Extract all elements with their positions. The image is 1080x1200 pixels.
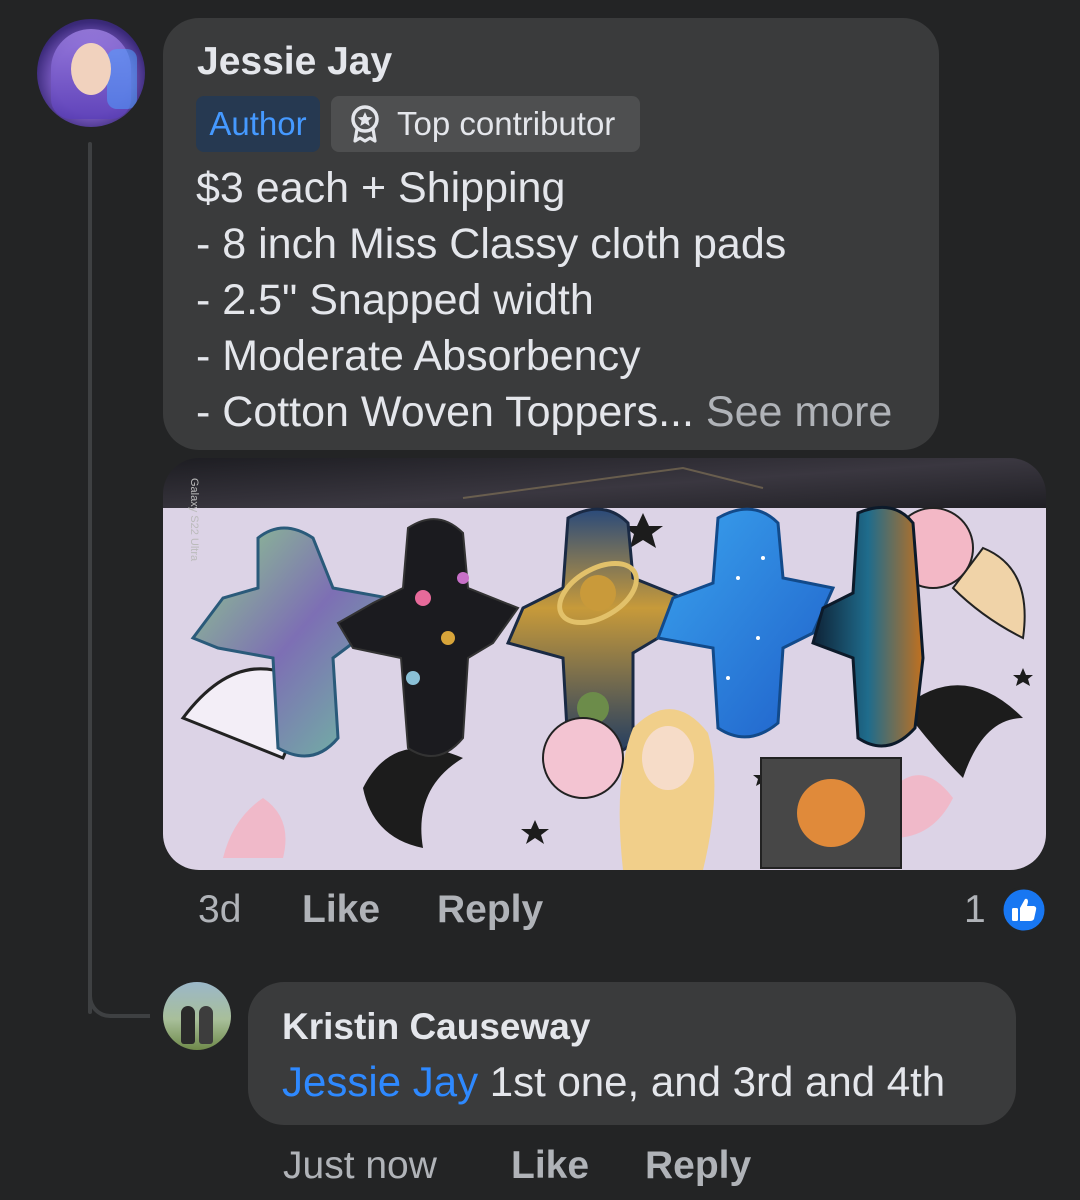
reaction-count[interactable]: 1 [964,888,986,932]
comment-bubble: Jessie Jay Author Top contributor $3 eac… [163,18,939,450]
reply-bubble: Kristin Causeway Jessie Jay 1st one, and… [248,982,1016,1125]
reply-like-button[interactable]: Like [511,1144,589,1188]
reply-reply-button[interactable]: Reply [645,1144,751,1188]
author-badge: Author [196,96,320,152]
author-avatar[interactable] [37,19,145,127]
comment-like-button[interactable]: Like [302,888,380,932]
comment-line: $3 each + Shipping [196,164,566,212]
photo-watermark: Galaxy S22 Ultra [188,478,200,562]
comment-line: - Cotton Woven Toppers... See more [196,384,892,440]
comment-author-name[interactable]: Jessie Jay [197,40,392,84]
reply-message: 1st one, and 3rd and 4th [489,1058,946,1105]
reply-text: Jessie Jay 1st one, and 3rd and 4th [282,1058,945,1106]
thread-connector-line [88,142,92,1014]
avatar-person [181,1006,195,1044]
comment-last-line: - Cotton Woven Toppers... [196,388,694,436]
thread-connector-curve [88,984,150,1018]
see-more-link[interactable]: See more [706,388,892,436]
comment-reply-button[interactable]: Reply [437,888,543,932]
comment-text: $3 each + Shipping - 8 inch Miss Classy … [196,160,892,440]
avatar-face [71,43,111,95]
mention-link[interactable]: Jessie Jay [282,1058,478,1105]
comment-line: - Moderate Absorbency [196,332,641,380]
comment-line: - 2.5" Snapped width [196,276,594,324]
comment-timestamp[interactable]: 3d [198,888,241,932]
avatar-person [199,1006,213,1044]
comment-photo[interactable]: Galaxy S22 Ultra [163,458,1046,870]
reply-author-avatar[interactable] [163,982,231,1050]
top-contributor-label: Top contributor [397,105,616,142]
award-icon [351,105,379,143]
avatar-glow [107,49,137,109]
comment-line: - 8 inch Miss Classy cloth pads [196,220,787,268]
reply-author-name[interactable]: Kristin Causeway [282,1006,590,1048]
like-reaction-icon[interactable] [1000,886,1048,934]
top-contributor-badge: Top contributor [331,96,640,152]
photo-illustration: Galaxy S22 Ultra [163,458,1046,870]
reply-timestamp[interactable]: Just now [283,1144,437,1188]
